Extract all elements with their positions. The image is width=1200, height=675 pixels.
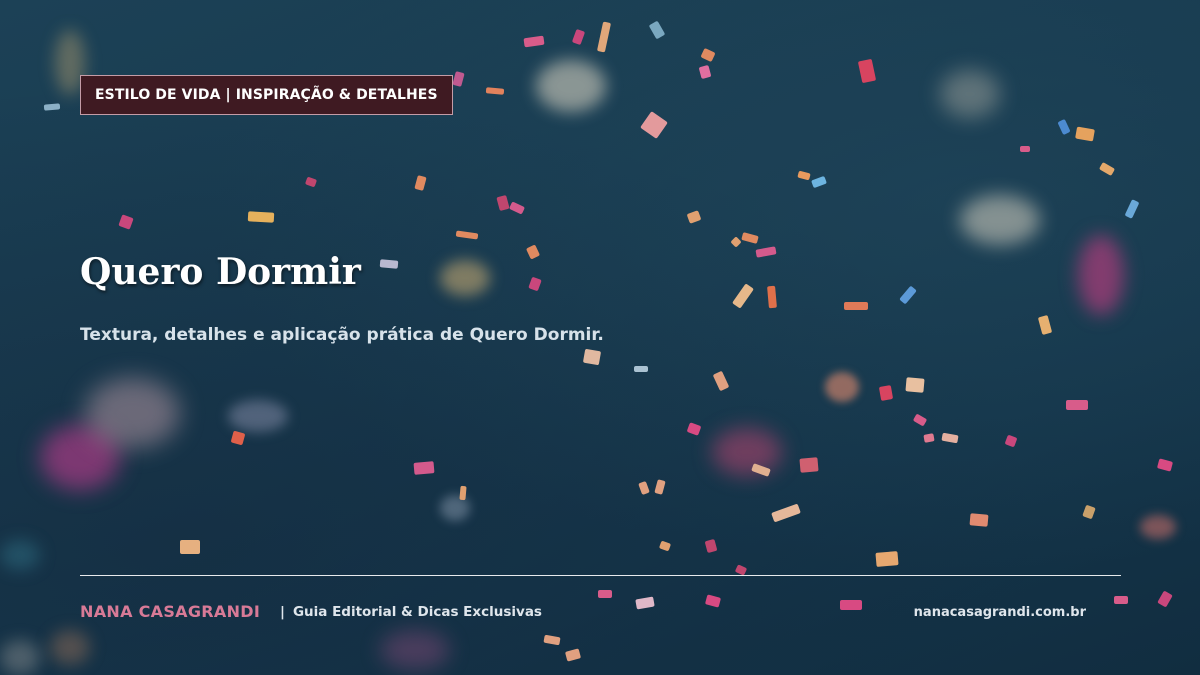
- confetti-piece: [700, 47, 716, 63]
- confetti-piece: [485, 87, 505, 95]
- bokeh-blur: [50, 630, 90, 665]
- hero-banner: ESTILO DE VIDA | INSPIRAÇÃO & DETALHES Q…: [0, 0, 1200, 675]
- bokeh-blur: [1140, 515, 1176, 539]
- confetti-piece: [638, 480, 650, 496]
- bokeh-blur: [960, 195, 1040, 245]
- bokeh-blur: [536, 60, 606, 112]
- confetti-piece: [635, 596, 655, 610]
- confetti-piece: [878, 385, 894, 401]
- confetti-piece: [741, 232, 759, 244]
- confetti-piece: [523, 35, 545, 48]
- confetti-piece: [1114, 596, 1128, 604]
- confetti-piece: [1037, 315, 1053, 335]
- confetti-piece: [923, 433, 935, 443]
- confetti-piece: [698, 64, 712, 80]
- bokeh-blur: [825, 372, 859, 402]
- confetti-piece: [969, 513, 989, 527]
- category-tag: ESTILO DE VIDA | INSPIRAÇÃO & DETALHES: [80, 75, 453, 115]
- confetti-piece: [230, 430, 246, 446]
- confetti-piece: [857, 58, 877, 84]
- bokeh-blur: [85, 378, 180, 448]
- confetti-piece: [1004, 434, 1018, 448]
- confetti-piece: [712, 370, 730, 392]
- footer-brand-name: NANA CASAGRANDI: [80, 602, 261, 621]
- confetti-piece: [304, 176, 318, 188]
- bokeh-blur: [0, 640, 40, 675]
- confetti-piece: [247, 211, 275, 223]
- footer-tagline-text: Guia Editorial & Dicas Exclusivas: [292, 604, 542, 620]
- confetti-piece: [1124, 199, 1140, 219]
- confetti-piece: [571, 28, 586, 46]
- confetti-piece: [1057, 118, 1071, 136]
- confetti-piece: [459, 485, 467, 501]
- confetti-piece: [905, 377, 925, 393]
- confetti-piece: [755, 246, 777, 258]
- confetti-piece: [508, 201, 526, 215]
- confetti-piece: [1075, 126, 1095, 142]
- confetti-piece: [875, 551, 899, 567]
- confetti-piece: [525, 244, 541, 260]
- confetti-piece: [452, 71, 465, 87]
- confetti-piece: [686, 422, 702, 436]
- confetti-piece: [704, 538, 718, 554]
- confetti-piece: [414, 175, 427, 191]
- confetti-piece: [528, 276, 542, 292]
- bokeh-blur: [380, 630, 450, 670]
- confetti-piece: [658, 540, 672, 552]
- confetti-piece: [1020, 146, 1030, 152]
- confetti-piece: [648, 20, 666, 40]
- confetti-piece: [582, 348, 602, 366]
- confetti-piece: [767, 285, 777, 309]
- bokeh-blur: [440, 260, 490, 296]
- bokeh-blur: [0, 540, 40, 570]
- confetti-piece: [640, 111, 668, 139]
- confetti-piece: [1066, 400, 1088, 410]
- confetti-piece: [455, 230, 479, 240]
- bokeh-blur: [440, 495, 470, 521]
- confetti-piece: [686, 210, 702, 224]
- confetti-piece: [598, 590, 612, 598]
- confetti-piece: [413, 461, 435, 475]
- confetti-piece: [840, 600, 862, 610]
- confetti-piece: [941, 432, 959, 444]
- footer-site-url: nanacasagrandi.com.br: [913, 605, 1086, 620]
- confetti-piece: [634, 366, 648, 372]
- confetti-piece: [596, 21, 612, 53]
- page-title: Quero Dormir: [80, 251, 361, 293]
- footer-separator: |: [280, 604, 285, 620]
- bokeh-blur: [228, 400, 288, 432]
- confetti-piece: [1157, 590, 1173, 608]
- confetti-piece: [43, 103, 61, 111]
- bokeh-blur: [712, 428, 782, 476]
- confetti-piece: [811, 175, 827, 189]
- confetti-piece: [730, 236, 742, 248]
- confetti-piece: [797, 170, 811, 181]
- footer-divider: [80, 575, 1121, 576]
- confetti-piece: [704, 594, 722, 608]
- bokeh-blur: [940, 70, 1000, 118]
- confetti-piece: [844, 302, 868, 310]
- confetti-piece: [732, 283, 754, 309]
- confetti-piece: [799, 457, 819, 473]
- page-subtitle: Textura, detalhes e aplicação prática de…: [80, 325, 604, 345]
- confetti-piece: [1098, 162, 1116, 176]
- confetti-piece: [771, 503, 801, 523]
- confetti-piece: [379, 259, 399, 269]
- confetti-piece: [1156, 458, 1174, 472]
- confetti-piece: [564, 648, 582, 662]
- bokeh-blur: [1078, 235, 1124, 315]
- confetti-piece: [654, 479, 666, 495]
- confetti-piece: [543, 634, 561, 646]
- confetti-piece: [496, 194, 510, 212]
- confetti-piece: [180, 540, 200, 554]
- footer-tagline: | Guia Editorial & Dicas Exclusivas: [280, 602, 542, 622]
- confetti-piece: [899, 285, 917, 305]
- confetti-piece: [118, 214, 134, 230]
- confetti-piece: [1082, 504, 1096, 520]
- confetti-piece: [912, 413, 928, 427]
